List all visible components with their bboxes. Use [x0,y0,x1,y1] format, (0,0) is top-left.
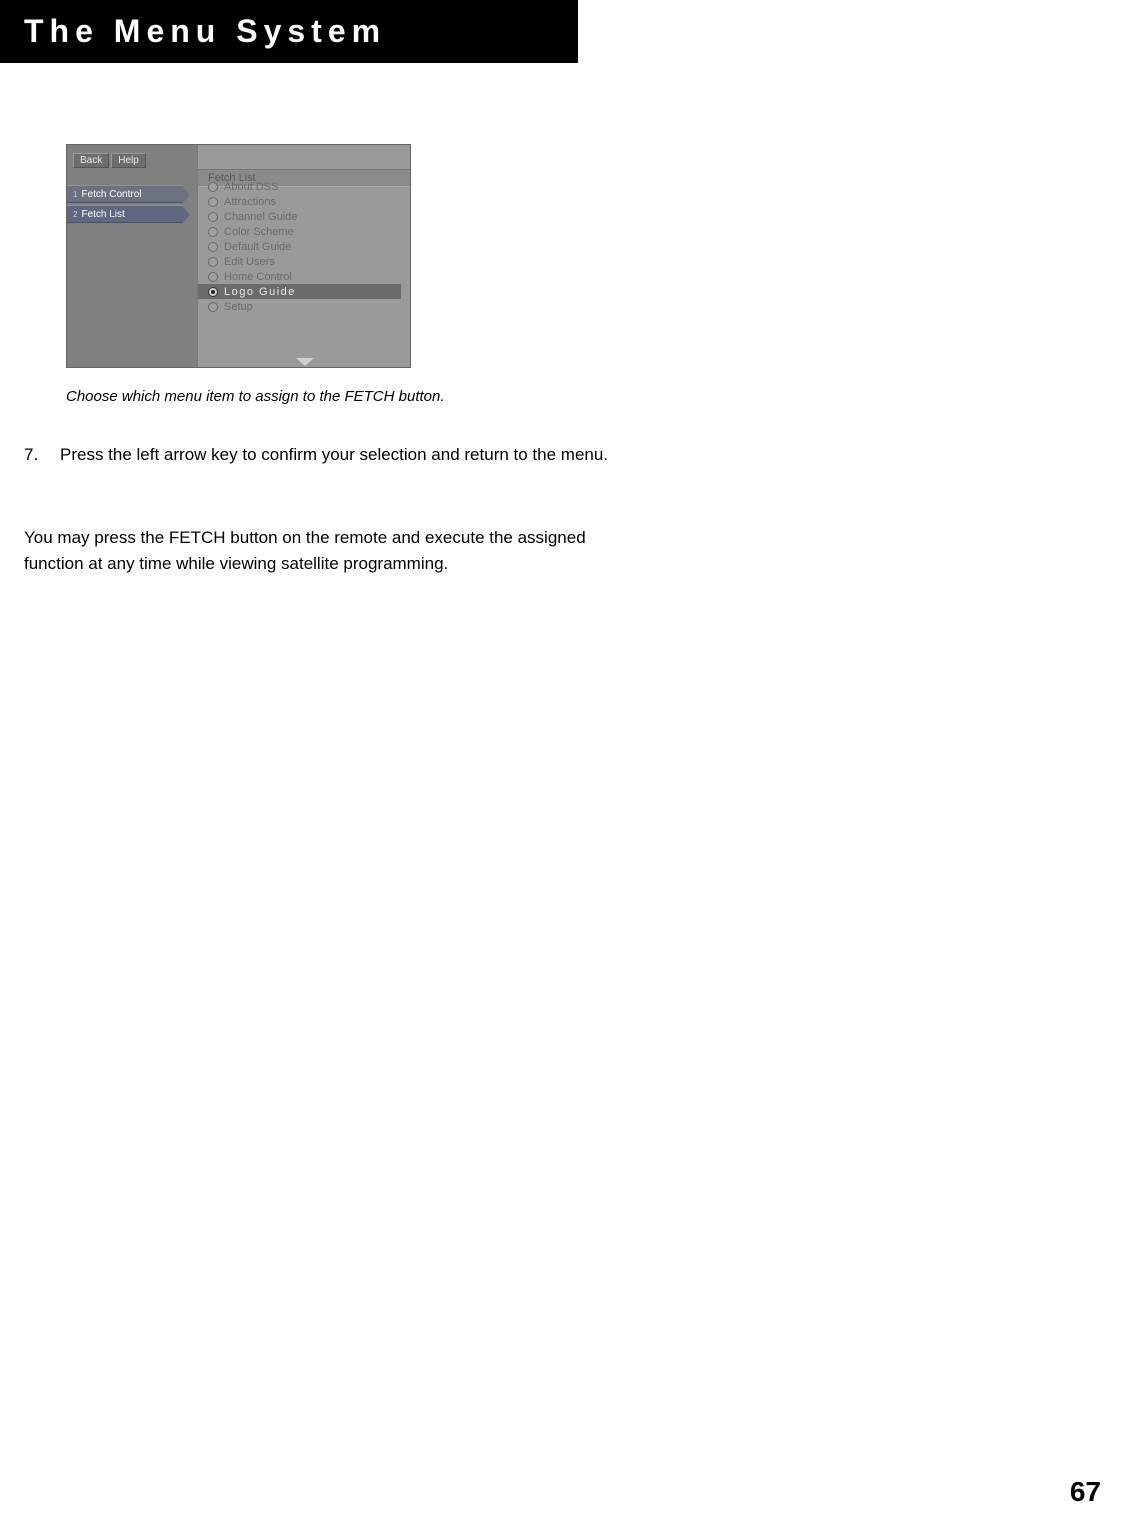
body-paragraph: You may press the FETCH button on the re… [24,525,644,578]
option-home-control[interactable]: Home Control [208,269,411,284]
tab-label: Fetch List [81,209,124,220]
help-button[interactable]: Help [111,153,146,168]
tv-toolbar: Back Help [73,153,146,168]
radio-icon [208,257,218,267]
option-label: Setup [224,301,253,313]
chapter-header: The Menu System [0,0,578,63]
option-about-dss[interactable]: About DSS [208,179,411,194]
option-color-scheme[interactable]: Color Scheme [208,224,411,239]
option-label: Home Control [224,271,292,283]
chevron-down-icon [296,358,314,366]
radio-icon [208,227,218,237]
back-button[interactable]: Back [73,153,109,168]
option-label: Edit Users [224,256,275,268]
radio-icon [208,287,218,297]
tab-number: 2 [73,210,77,219]
step-text: Press the left arrow key to confirm your… [60,442,608,468]
tv-right-panel: Fetch List About DSS Attractions Channel… [197,145,411,368]
step-number: 7. [24,442,46,468]
radio-icon [208,182,218,192]
option-label: Color Scheme [224,226,294,238]
tab-fetch-list[interactable]: 2 Fetch List [67,205,182,223]
option-label: Default Guide [224,241,291,253]
option-channel-guide[interactable]: Channel Guide [208,209,411,224]
option-label: About DSS [224,181,278,193]
tv-menu-screenshot: Back Help 1 Fetch Control 2 Fetch List F… [66,144,411,368]
tab-label: Fetch Control [81,189,141,200]
page-number: 67 [1070,1476,1101,1508]
option-label: Channel Guide [224,211,297,223]
radio-icon [208,272,218,282]
tab-number: 1 [73,190,77,199]
option-label: Attractions [224,196,276,208]
radio-icon [208,302,218,312]
option-list: About DSS Attractions Channel Guide Colo… [198,179,411,314]
option-edit-users[interactable]: Edit Users [208,254,411,269]
scroll-down-indicator [198,355,411,368]
radio-icon [208,242,218,252]
option-default-guide[interactable]: Default Guide [208,239,411,254]
chevron-right-icon [182,206,190,224]
option-logo-guide[interactable]: Logo Guide [198,284,401,299]
radio-icon [208,197,218,207]
chevron-right-icon [182,186,190,204]
tab-fetch-control[interactable]: 1 Fetch Control [67,185,182,203]
step-7: 7. Press the left arrow key to confirm y… [24,442,654,468]
option-label: Logo Guide [224,286,296,298]
option-attractions[interactable]: Attractions [208,194,411,209]
page: The Menu System Back Help 1 Fetch Contro… [0,0,1129,1522]
option-setup[interactable]: Setup [208,299,411,314]
chapter-title: The Menu System [24,13,386,50]
radio-icon [208,212,218,222]
tv-left-tabs: 1 Fetch Control 2 Fetch List [67,185,182,225]
figure-caption: Choose which menu item to assign to the … [66,388,445,405]
